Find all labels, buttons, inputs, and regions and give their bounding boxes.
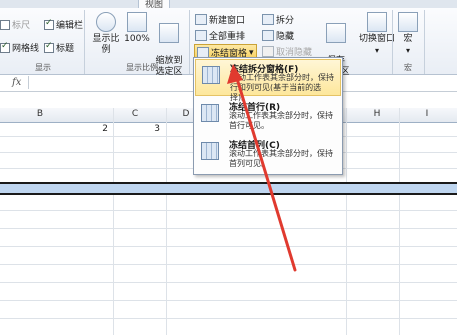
- menu-item-desc: 滚动工作表其余部分时，保持首列可见。: [229, 149, 333, 168]
- switch-window-label: 切换窗口: [358, 34, 395, 44]
- new-window-button[interactable]: 新建窗口: [195, 13, 245, 26]
- formula-bar-label: 编辑栏: [56, 21, 84, 31]
- grid-line: [0, 228, 457, 229]
- column-header-c[interactable]: C: [129, 109, 141, 119]
- headings-checkbox[interactable]: 标题: [44, 41, 74, 54]
- group-separator: [84, 10, 85, 74]
- zoom-button[interactable]: 显示比例: [90, 12, 122, 56]
- split-label: 拆分: [276, 16, 295, 26]
- freeze-panes-icon: [202, 66, 220, 84]
- gridlines-checkbox[interactable]: 网格线: [0, 41, 39, 54]
- grid-line: [0, 210, 457, 211]
- chevron-down-icon: ▾: [405, 46, 410, 55]
- freeze-pane-divider: [0, 182, 457, 195]
- group-separator: [189, 10, 190, 74]
- menu-item-freeze-top-row[interactable]: 冻结首行(R) 滚动工作表其余部分时，保持首行可见。: [195, 98, 341, 135]
- ruler-check-icon: [0, 19, 10, 30]
- zoom-100-label: 100%: [124, 34, 150, 44]
- gridlines-check-icon: [0, 41, 10, 53]
- zoom-100-button[interactable]: 100%: [124, 12, 150, 45]
- menu-item-desc: 滚动工作表其余部分时，保持首行可见。: [229, 111, 333, 130]
- column-header-i[interactable]: I: [421, 109, 433, 119]
- unhide-icon: [262, 46, 274, 57]
- grid-line: [0, 318, 457, 319]
- ruler-label: 标尺: [12, 21, 31, 31]
- zoom-100-icon: [127, 12, 147, 32]
- group-separator: [424, 10, 425, 74]
- switch-window-icon: [367, 12, 387, 32]
- magnifier-icon: [96, 12, 116, 32]
- gridlines-label: 网格线: [12, 44, 40, 54]
- column-header-h[interactable]: H: [371, 109, 383, 119]
- menu-item-freeze-first-column[interactable]: 冻结首列(C) 滚动工作表其余部分时，保持首列可见。: [195, 136, 341, 173]
- zoom-selection-icon: [159, 23, 179, 43]
- show-group-label: 显示: [35, 63, 51, 72]
- macros-button[interactable]: 宏 ▾: [396, 12, 420, 56]
- freeze-first-column-icon: [201, 142, 219, 160]
- cell-c1[interactable]: 3: [148, 124, 160, 134]
- new-window-icon: [195, 14, 207, 25]
- headings-check-icon: [44, 41, 54, 53]
- hide-button[interactable]: 隐藏: [262, 29, 294, 42]
- formula-bar-check-icon: [44, 18, 54, 30]
- column-header-b[interactable]: B: [34, 109, 46, 119]
- split-icon: [262, 14, 274, 25]
- freeze-panes-menu: 冻结拆分窗格(F) 滚动工作表其余部分时，保持行和列可见(基于当前的选择)。 冻…: [193, 57, 343, 175]
- split-button[interactable]: 拆分: [262, 13, 294, 26]
- arrange-all-icon: [195, 30, 207, 41]
- chevron-down-icon: ▾: [249, 47, 254, 58]
- menu-item-freeze-panes[interactable]: 冻结拆分窗格(F) 滚动工作表其余部分时，保持行和列可见(基于当前的选择)。: [195, 59, 341, 102]
- hide-icon: [262, 30, 274, 41]
- freeze-top-row-icon: [201, 104, 219, 122]
- macro-label: 宏: [403, 34, 413, 44]
- macro-icon: [398, 12, 418, 32]
- zoom-group-label: 显示比例: [126, 63, 158, 72]
- grid-line: [0, 282, 457, 283]
- ruler-checkbox[interactable]: 标尺: [0, 18, 30, 31]
- arrange-all-button[interactable]: 全部重排: [195, 29, 245, 42]
- arrange-all-label: 全部重排: [209, 32, 246, 42]
- ribbon-tabs: 视图: [0, 0, 457, 8]
- column-header-d[interactable]: D: [180, 109, 192, 119]
- cell-b1[interactable]: 2: [96, 124, 108, 134]
- tab-view[interactable]: 视图: [138, 0, 171, 8]
- grid-line: [0, 246, 457, 247]
- save-workspace-icon: [326, 23, 346, 43]
- grid-line: [0, 264, 457, 265]
- headings-label: 标题: [56, 44, 75, 54]
- zoom-label: 显示比例: [92, 34, 120, 55]
- fx-icon[interactable]: fx: [12, 77, 21, 88]
- formula-bar-checkbox[interactable]: 编辑栏: [44, 18, 83, 31]
- grid-line: [0, 300, 457, 301]
- hide-label: 隐藏: [276, 32, 295, 42]
- new-window-label: 新建窗口: [209, 16, 246, 26]
- macro-group-label: 宏: [404, 63, 412, 72]
- group-separator: [392, 10, 393, 74]
